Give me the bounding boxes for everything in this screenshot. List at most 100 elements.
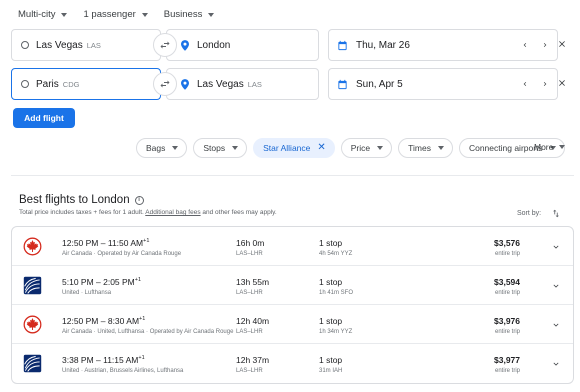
- air-canada-logo-icon: [23, 237, 42, 256]
- united-logo-icon: [23, 354, 42, 373]
- layover-info: 1h 41m SFO: [319, 290, 354, 296]
- add-flight-button[interactable]: Add flight: [13, 108, 75, 128]
- day-offset: +1: [138, 355, 145, 362]
- flight-times: 12:50 PM – 11:50 AM+1: [62, 238, 150, 248]
- flight-results-list: 12:50 PM – 11:50 AM+1 Air Canada · Opera…: [11, 226, 574, 384]
- destination-city: London: [197, 39, 231, 51]
- arrive-time: 2:05 PM: [103, 277, 135, 287]
- chevron-right-icon[interactable]: [537, 37, 553, 53]
- origin-circle-icon: [21, 41, 29, 49]
- dropdown-arrow-icon: [559, 145, 566, 149]
- swap-button[interactable]: [153, 33, 177, 57]
- stop-count: 1 stop: [319, 316, 343, 326]
- flight-row[interactable]: 5:10 PM – 2:05 PM+1 United · Lufthansa 1…: [12, 266, 573, 305]
- airline-name: United · Lufthansa: [62, 290, 112, 296]
- filter-bar: Bags Stops Star Alliance ✕ Price Times C…: [136, 138, 565, 158]
- origin-code: CDG: [62, 79, 80, 89]
- clear-filter-close-icon[interactable]: ✕: [317, 143, 325, 153]
- bag-fees-link[interactable]: Additional bag fees: [145, 209, 200, 216]
- origin-input[interactable]: Paris CDG: [11, 68, 161, 100]
- date-input[interactable]: Sun, Apr 5: [328, 68, 558, 100]
- filter-label: Star Alliance: [263, 143, 311, 153]
- filter-chip-stops[interactable]: Stops: [193, 138, 248, 158]
- info-icon[interactable]: i: [134, 195, 144, 205]
- destination-input[interactable]: London: [166, 29, 319, 61]
- origin-city: Paris: [36, 78, 59, 90]
- destination-code: LAS: [247, 79, 262, 89]
- chevron-left-icon[interactable]: [517, 76, 533, 92]
- filter-label: Bags: [146, 143, 166, 153]
- origin-input[interactable]: Las Vegas LAS: [11, 29, 161, 61]
- filter-chip-alliance[interactable]: Star Alliance ✕: [253, 138, 335, 158]
- more-filters-button[interactable]: More: [534, 142, 566, 152]
- swap-arrows-icon: [160, 41, 170, 49]
- flight-row[interactable]: 12:50 PM – 11:50 AM+1 Air Canada · Opera…: [12, 227, 573, 266]
- dropdown-arrow-icon: [437, 146, 444, 150]
- remove-leg-close-icon[interactable]: [555, 37, 569, 51]
- flight-route: LAS–LHR: [236, 251, 263, 257]
- results-heading: Best flights to London i: [19, 194, 144, 206]
- expand-chevron-icon[interactable]: [551, 281, 561, 291]
- location-pin-icon: [181, 39, 189, 51]
- destination-input[interactable]: Las Vegas LAS: [166, 68, 319, 100]
- more-label: More: [534, 142, 554, 152]
- arrive-time: 11:15 AM: [103, 355, 139, 365]
- sort-arrows-icon: [553, 209, 560, 218]
- trip-options: Multi-city 1 passenger Business: [18, 9, 230, 20]
- layover-info: 31m IAH: [319, 368, 343, 374]
- passengers-select[interactable]: 1 passenger: [83, 9, 148, 20]
- flight-times: 12:50 PM – 8:30 AM+1: [62, 316, 146, 326]
- results-subtitle: Total price includes taxes + fees for 1 …: [19, 209, 277, 216]
- flight-times: 5:10 PM – 2:05 PM+1: [62, 277, 142, 287]
- swap-button[interactable]: [153, 72, 177, 96]
- chevron-left-icon[interactable]: [517, 37, 533, 53]
- flight-duration: 12h 37m: [236, 355, 270, 365]
- day-offset: +1: [134, 277, 142, 284]
- trip-type-select[interactable]: Multi-city: [18, 9, 68, 20]
- dropdown-arrow-icon: [232, 146, 239, 150]
- cabin-class-select[interactable]: Business: [164, 9, 215, 20]
- stop-count: 1 stop: [319, 277, 343, 287]
- passengers-label: 1 passenger: [83, 9, 136, 20]
- airline-name: Air Canada · Operated by Air Canada Roug…: [62, 251, 182, 257]
- divider: [11, 175, 574, 176]
- flight-row[interactable]: 3:38 PM – 11:15 AM+1 United · Austrian, …: [12, 344, 573, 383]
- air-canada-logo-icon: [23, 315, 42, 334]
- filter-label: Price: [350, 143, 371, 153]
- flight-leg-1: Las Vegas LAS London Thu, Mar 26: [11, 29, 580, 61]
- chevron-right-icon[interactable]: [537, 76, 553, 92]
- depart-time: 5:10 PM: [62, 277, 94, 287]
- flight-row[interactable]: 12:50 PM – 8:30 AM+1 Air Canada · United…: [12, 305, 573, 344]
- results-title: Best flights to London: [19, 194, 130, 206]
- filter-label: Connecting airports: [468, 143, 543, 153]
- subtitle-suffix: and other fees may apply.: [200, 209, 277, 216]
- price-note: entire trip: [494, 368, 520, 374]
- remove-leg-close-icon[interactable]: [555, 76, 569, 90]
- expand-chevron-icon[interactable]: [551, 242, 561, 252]
- airline-name: United · Austrian, Brussels Airlines, Lu…: [62, 368, 184, 374]
- flight-duration: 12h 40m: [236, 316, 270, 326]
- layover-info: 1h 34m YYZ: [319, 329, 353, 335]
- date-value: Thu, Mar 26: [356, 39, 410, 51]
- flight-leg-2: Paris CDG Las Vegas LAS Sun, Apr 5: [11, 68, 580, 100]
- day-offset: +1: [143, 238, 150, 245]
- filter-chip-bags[interactable]: Bags: [136, 138, 188, 158]
- destination-city: Las Vegas: [197, 78, 244, 90]
- expand-chevron-icon[interactable]: [551, 320, 561, 330]
- layover-info: 4h 54m YYZ: [319, 251, 353, 257]
- location-pin-icon: [181, 78, 189, 90]
- sort-control[interactable]: Sort by:: [517, 208, 561, 219]
- date-input[interactable]: Thu, Mar 26: [328, 29, 558, 61]
- flight-duration: 13h 55m: [236, 277, 270, 287]
- calendar-icon: [338, 79, 347, 89]
- airline-name: Air Canada · United, Lufthansa · Operate…: [62, 329, 234, 335]
- stop-count: 1 stop: [319, 355, 343, 365]
- filter-chip-price[interactable]: Price: [340, 138, 393, 158]
- depart-time: 12:50 PM: [62, 238, 99, 248]
- cabin-class-label: Business: [163, 9, 203, 20]
- dropdown-arrow-icon: [61, 12, 68, 17]
- flight-times: 3:38 PM – 11:15 AM+1: [62, 355, 145, 365]
- filter-chip-times[interactable]: Times: [398, 138, 453, 158]
- expand-chevron-icon[interactable]: [551, 359, 561, 369]
- price-note: entire trip: [494, 251, 520, 257]
